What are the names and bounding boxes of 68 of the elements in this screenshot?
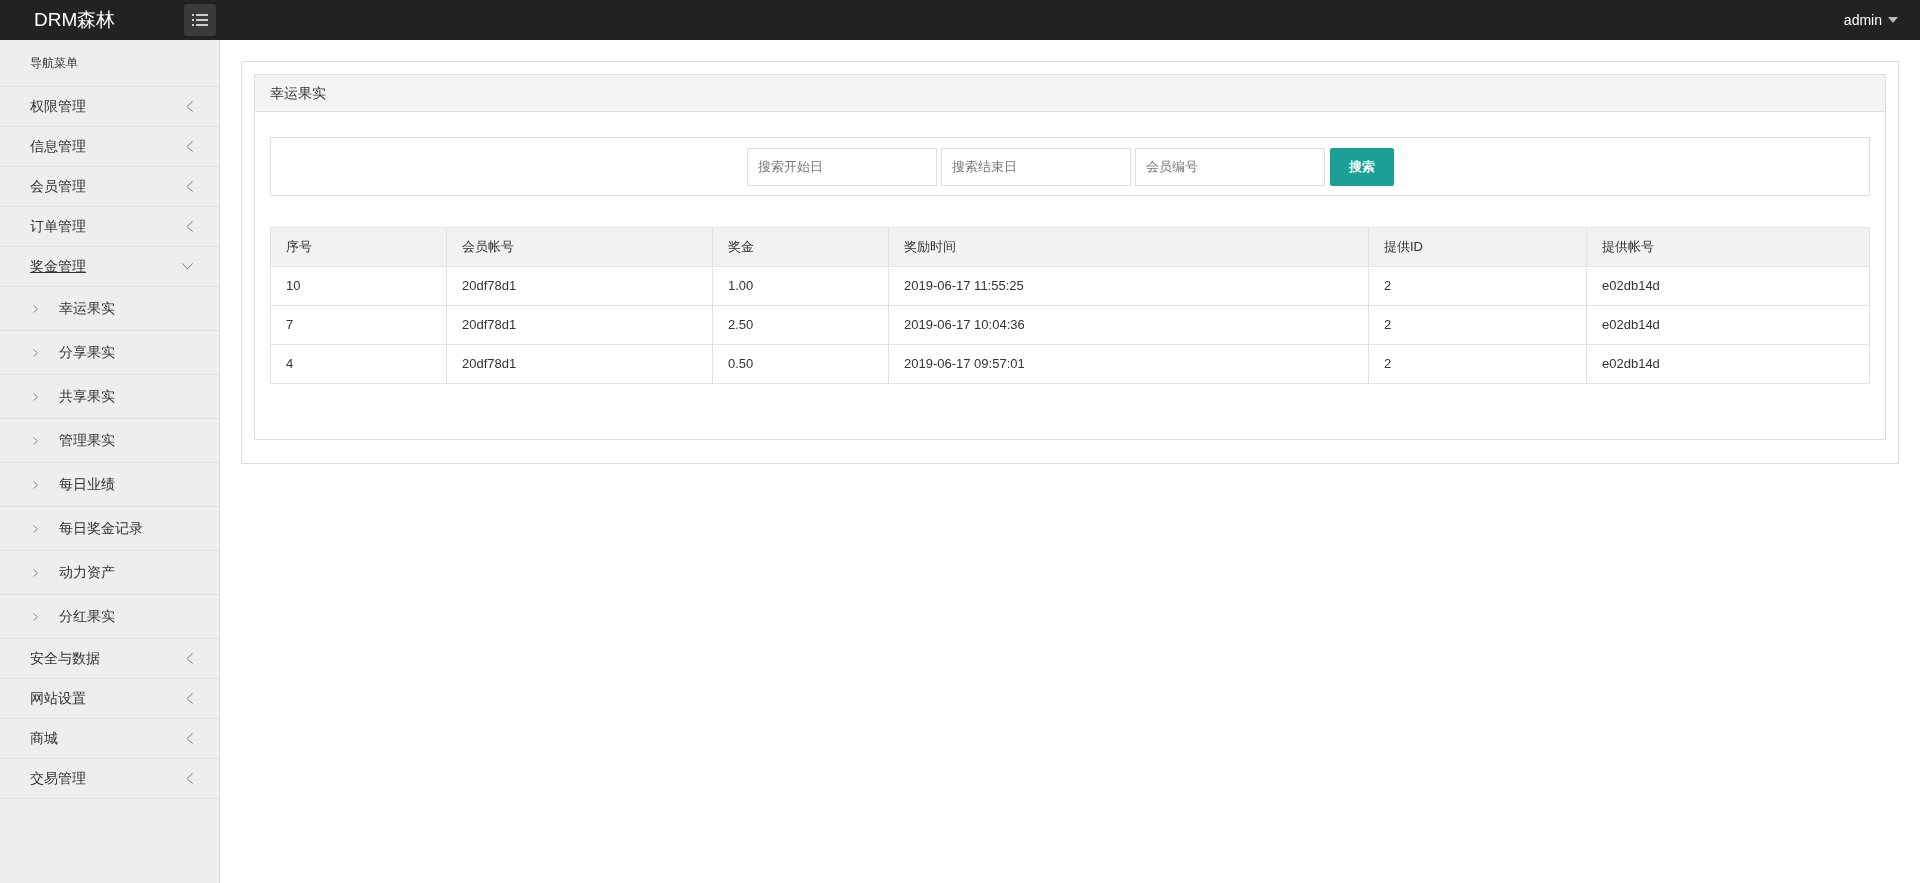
table-cell: 2 xyxy=(1368,344,1587,384)
table-cell: 0.50 xyxy=(712,344,889,384)
sidebar-item[interactable]: 安全与数据 xyxy=(0,639,219,679)
table-cell: 2019-06-17 09:57:01 xyxy=(888,344,1369,384)
sidebar-item[interactable]: 交易管理 xyxy=(0,759,219,799)
chevron-down-icon xyxy=(182,263,193,270)
table-cell: 4 xyxy=(270,344,447,384)
column-header: 奖励时间 xyxy=(888,227,1369,267)
column-header: 提供ID xyxy=(1368,227,1587,267)
column-header: 会员帐号 xyxy=(446,227,713,267)
sidebar-item[interactable]: 网站设置 xyxy=(0,679,219,719)
sidebar-item[interactable]: 订单管理 xyxy=(0,207,219,247)
sidebar-item[interactable]: 奖金管理 xyxy=(0,247,219,287)
chevron-right-icon xyxy=(33,392,38,401)
chevron-right-icon xyxy=(33,612,38,621)
chevron-right-icon xyxy=(33,568,38,577)
table-cell: 20df78d1 xyxy=(446,344,713,384)
chevron-right-icon xyxy=(33,524,38,533)
submenu-item[interactable]: 分享果实 xyxy=(0,331,219,375)
chevron-right-icon xyxy=(33,436,38,445)
table-cell: 2.50 xyxy=(712,305,889,345)
user-menu[interactable]: admin xyxy=(1843,9,1898,31)
table-cell: 2 xyxy=(1368,266,1587,306)
submenu-item[interactable]: 幸运果实 xyxy=(0,287,219,331)
caret-icon xyxy=(1888,17,1898,23)
chevron-left-icon xyxy=(186,733,193,744)
search-field[interactable]: 会员编号 xyxy=(1134,147,1325,186)
search-field[interactable]: 搜索开始日 xyxy=(746,147,937,186)
chevron-left-icon xyxy=(186,693,193,704)
table-cell: 2019-06-17 10:04:36 xyxy=(888,305,1369,345)
panel-title: 幸运果实 xyxy=(270,83,326,103)
sidebar-item[interactable]: 信息管理 xyxy=(0,127,219,167)
search-field[interactable]: 搜索结束日 xyxy=(940,147,1131,186)
sidebar-item[interactable]: 权限管理 xyxy=(0,87,219,127)
table-cell: 7 xyxy=(270,305,447,345)
submenu-item[interactable]: 分红果实 xyxy=(0,595,219,639)
chevron-left-icon xyxy=(186,221,193,232)
table-cell: e02db14d xyxy=(1586,266,1870,306)
submenu-item[interactable]: 共享果实 xyxy=(0,375,219,419)
chevron-left-icon xyxy=(186,141,193,152)
menu-icon xyxy=(192,14,208,26)
column-header: 提供帐号 xyxy=(1586,227,1870,267)
table-cell: 2 xyxy=(1368,305,1587,345)
chevron-right-icon xyxy=(33,304,38,313)
submenu-item[interactable]: 每日业绩 xyxy=(0,463,219,507)
menu-toggle-button[interactable] xyxy=(184,4,216,36)
chevron-left-icon xyxy=(186,773,193,784)
column-header: 奖金 xyxy=(712,227,889,267)
table-cell: 10 xyxy=(270,266,447,306)
table-cell: 20df78d1 xyxy=(446,266,713,306)
chevron-left-icon xyxy=(186,101,193,112)
sidebar-item[interactable]: 会员管理 xyxy=(0,167,219,207)
table-cell: 20df78d1 xyxy=(446,305,713,345)
brand-title: DRM森林 xyxy=(34,7,116,32)
submenu-item[interactable]: 动力资产 xyxy=(0,551,219,595)
chevron-right-icon xyxy=(33,480,38,489)
submenu-item[interactable]: 每日奖金记录 xyxy=(0,507,219,551)
sidebar-heading: 导航菜单 xyxy=(30,55,78,72)
table-cell: 1.00 xyxy=(712,266,889,306)
sidebar-item[interactable]: 商城 xyxy=(0,719,219,759)
table-cell: 2019-06-17 11:55:25 xyxy=(888,266,1369,306)
chevron-right-icon xyxy=(33,348,38,357)
table-cell: e02db14d xyxy=(1586,344,1870,384)
column-header: 序号 xyxy=(270,227,447,267)
table-cell: e02db14d xyxy=(1586,305,1870,345)
chevron-left-icon xyxy=(186,653,193,664)
chevron-left-icon xyxy=(186,181,193,192)
submenu-item[interactable]: 管理果实 xyxy=(0,419,219,463)
